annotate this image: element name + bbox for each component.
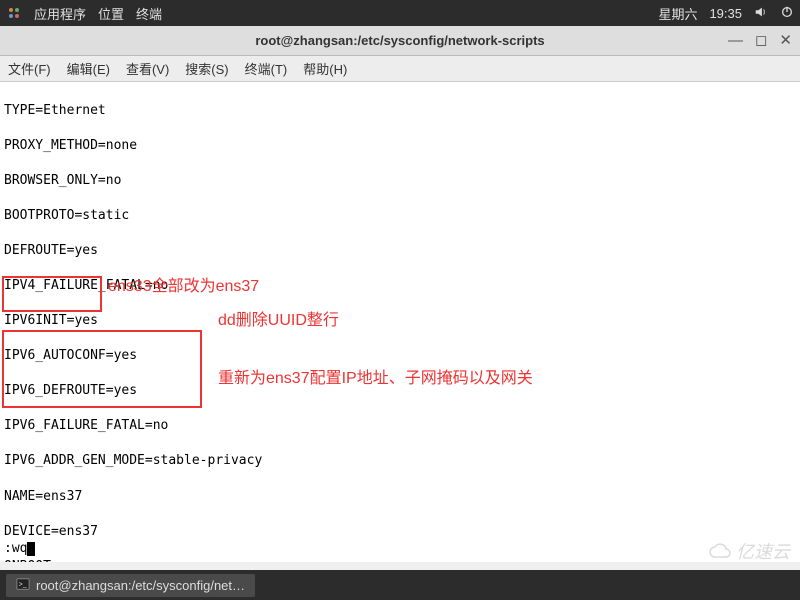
topbar-apps[interactable]: 应用程序: [34, 4, 86, 23]
config-line: BROWSER_ONLY=no: [4, 172, 796, 190]
annotation-text-ipconfig: 重新为ens37配置IP地址、子网掩码以及网关: [218, 368, 533, 390]
desktop-topbar: 应用程序 位置 终端 星期六 19:35: [0, 0, 800, 26]
window-minimize-button[interactable]: —: [728, 33, 743, 48]
cursor-icon: [27, 542, 35, 556]
config-line: TYPE=Ethernet: [4, 102, 796, 120]
topbar-day: 星期六: [658, 4, 697, 23]
menu-view[interactable]: 查看(V): [126, 59, 169, 78]
config-line: PROXY_METHOD=none: [4, 137, 796, 155]
config-line: NAME=ens37: [4, 488, 796, 506]
config-line: IPV6_FAILURE_FATAL=no: [4, 417, 796, 435]
window-maximize-button[interactable]: ◻: [755, 33, 767, 48]
config-line: BOOTPROTO=static: [4, 207, 796, 225]
config-line: IPV6_ADDR_GEN_MODE=stable-privacy: [4, 452, 796, 470]
vi-command-text: :wq: [4, 541, 27, 556]
window-title: root@zhangsan:/etc/sysconfig/network-scr…: [255, 33, 544, 48]
watermark: 亿速云: [708, 538, 790, 564]
desktop-taskbar: >_ root@zhangsan:/etc/sysconfig/net…: [0, 570, 800, 600]
menu-edit[interactable]: 编辑(E): [67, 59, 110, 78]
topbar-places[interactable]: 位置: [98, 4, 124, 23]
vi-command-line[interactable]: :wq: [4, 540, 35, 558]
volume-icon[interactable]: [754, 5, 768, 22]
taskbar-item-label: root@zhangsan:/etc/sysconfig/net…: [36, 578, 245, 593]
power-icon[interactable]: [780, 5, 794, 22]
activities-icon[interactable]: [6, 5, 22, 21]
watermark-text: 亿速云: [736, 538, 790, 564]
config-line: IPV6INIT=yes: [4, 312, 796, 330]
topbar-time: 19:35: [709, 6, 742, 21]
cloud-icon: [708, 543, 732, 559]
menu-file[interactable]: 文件(F): [8, 59, 51, 78]
config-line: IPV6_AUTOCONF=yes: [4, 347, 796, 365]
svg-text:>_: >_: [19, 581, 27, 588]
terminal-menubar: 文件(F) 编辑(E) 查看(V) 搜索(S) 终端(T) 帮助(H): [0, 56, 800, 82]
menu-help[interactable]: 帮助(H): [303, 59, 347, 78]
terminal-icon: >_: [16, 577, 30, 594]
menu-terminal[interactable]: 终端(T): [245, 59, 288, 78]
menu-search[interactable]: 搜索(S): [185, 59, 228, 78]
window-close-button[interactable]: ✕: [779, 33, 792, 48]
config-line: DEVICE=ens37: [4, 523, 796, 541]
taskbar-item-terminal[interactable]: >_ root@zhangsan:/etc/sysconfig/net…: [6, 574, 255, 597]
config-line: DEFROUTE=yes: [4, 242, 796, 260]
annotation-text-dd: dd删除UUID整行: [218, 310, 339, 332]
terminal-viewport[interactable]: TYPE=Ethernet PROXY_METHOD=none BROWSER_…: [0, 82, 800, 562]
annotation-text-rename: ens33全部改为ens37: [108, 276, 259, 298]
topbar-terminal[interactable]: 终端: [136, 4, 162, 23]
config-line: ONBOOT=yes: [4, 558, 796, 562]
window-titlebar: root@zhangsan:/etc/sysconfig/network-scr…: [0, 26, 800, 56]
